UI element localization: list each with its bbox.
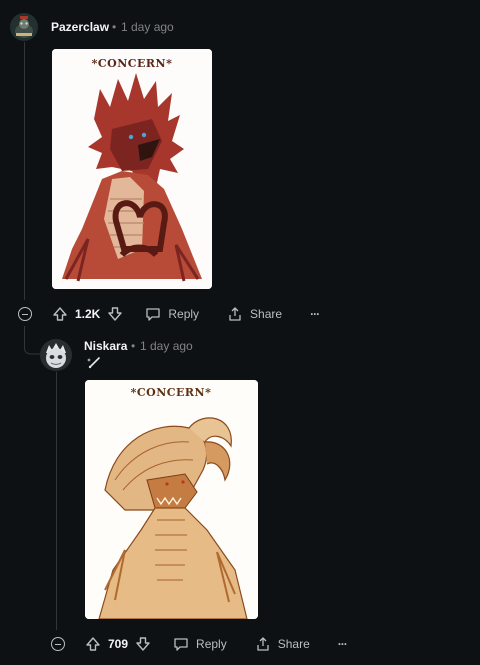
comment-actions: 1.2K Reply Share ··· [52, 304, 320, 324]
arrow-up-icon [86, 637, 100, 651]
collapse-thread-button[interactable] [18, 307, 32, 321]
vote-count: 1.2K [75, 307, 101, 321]
vote-count: 709 [108, 637, 129, 651]
upvote-button[interactable]: 1.2K [52, 306, 123, 322]
comment-actions: 709 Reply Share ··· [85, 634, 348, 654]
arrow-down-icon[interactable] [107, 306, 123, 322]
avatar-niskara[interactable] [40, 339, 72, 371]
share-button[interactable]: Share [255, 636, 310, 652]
reply-label: Reply [168, 307, 200, 321]
username[interactable]: Niskara [84, 339, 127, 353]
timestamp[interactable]: 1 day ago [121, 20, 174, 34]
thread-line-primary [24, 42, 25, 300]
share-button[interactable]: Share [227, 306, 282, 322]
ellipsis-icon: ··· [337, 637, 348, 651]
reply-button[interactable]: Reply [173, 636, 227, 652]
share-icon [229, 307, 241, 321]
username[interactable]: Pazerclaw [51, 20, 109, 34]
comment-image[interactable]: *CONCERN* [85, 380, 258, 619]
image-caption-text: *CONCERN* [131, 386, 212, 399]
timestamp[interactable]: 1 day ago [140, 339, 193, 353]
share-icon [257, 637, 269, 651]
ellipsis-icon: ··· [310, 307, 320, 321]
arrow-down-icon[interactable] [135, 636, 151, 652]
upvote-button[interactable]: 709 [85, 636, 151, 652]
arrow-up-icon [53, 307, 67, 321]
separator-dot: • [131, 339, 136, 353]
image-caption-text: *CONCERN* [92, 57, 173, 70]
avatar-pazerclaw[interactable] [10, 13, 38, 41]
more-options-button[interactable]: ··· [310, 307, 320, 321]
more-options-button[interactable]: ··· [337, 637, 348, 651]
collapse-thread-button[interactable] [51, 637, 65, 651]
share-label: Share [277, 637, 310, 651]
thread-line-reply [56, 372, 57, 630]
share-label: Share [250, 307, 283, 321]
reply-button[interactable]: Reply [145, 306, 199, 322]
pen-flair-icon [87, 357, 100, 369]
comment-image[interactable]: *CONCERN* [52, 49, 212, 289]
speech-bubble-icon [174, 638, 188, 651]
reply-label: Reply [196, 637, 227, 651]
separator-dot: • [112, 20, 117, 34]
speech-bubble-icon [146, 308, 161, 321]
